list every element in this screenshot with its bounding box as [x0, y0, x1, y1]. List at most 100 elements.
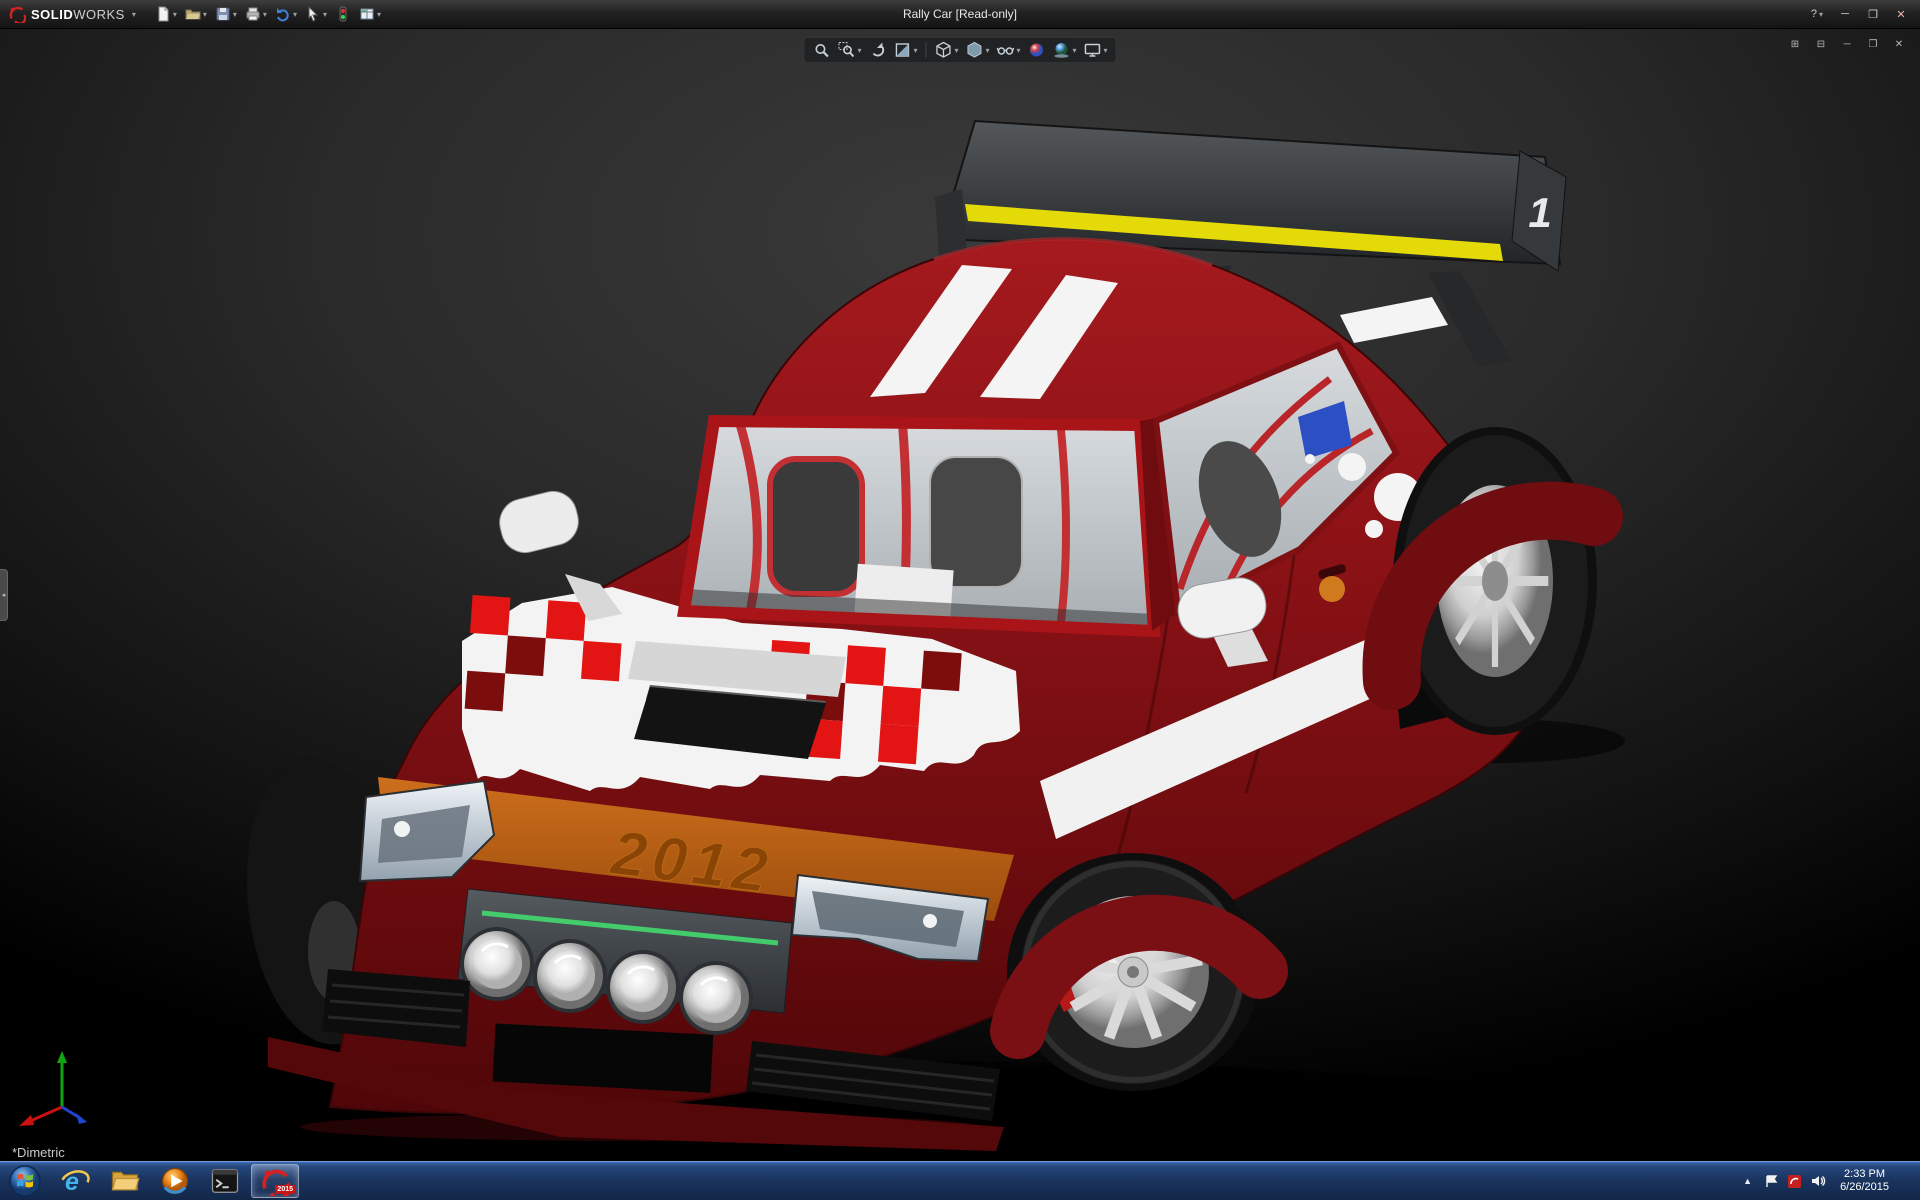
- edit-appearance-ball-icon: [1028, 41, 1046, 59]
- zoom-to-fit-button[interactable]: [810, 40, 832, 60]
- file-properties-icon: [359, 6, 375, 22]
- view-orientation-button[interactable]: ▾: [932, 40, 960, 60]
- taskbar-media-player[interactable]: [151, 1164, 199, 1198]
- windows-start-icon: [8, 1164, 42, 1198]
- restore-document-button[interactable]: ❐: [1862, 35, 1884, 53]
- view-orientation-cube-icon: [934, 41, 952, 59]
- windows-taskbar: e: [0, 1161, 1920, 1200]
- wing-number: 1: [1528, 189, 1551, 236]
- close-document-button[interactable]: ✕: [1888, 35, 1910, 53]
- front-right-wheel: [1007, 853, 1260, 1091]
- quick-access-toolbar: ▾ ▾ ▾ ▾: [152, 4, 384, 24]
- display-style-button[interactable]: ▾: [963, 40, 991, 60]
- help-button[interactable]: ?▾: [1804, 4, 1830, 24]
- caret-icon: ▾: [1017, 46, 1021, 55]
- windshield: [684, 417, 1154, 633]
- print-icon: [245, 6, 261, 22]
- rear-right-wheel: [1392, 427, 1597, 735]
- taskbar-clock[interactable]: 2:33 PM 6/26/2015: [1834, 1168, 1895, 1194]
- start-button[interactable]: [0, 1162, 50, 1200]
- minimize-document-button[interactable]: ─: [1836, 35, 1858, 53]
- graphics-area[interactable]: ▾ ▾ ▾: [0, 29, 1920, 1161]
- save-button[interactable]: ▾: [212, 4, 240, 24]
- menu-caret-icon: ▾: [132, 10, 136, 19]
- command-prompt-icon: [210, 1166, 240, 1196]
- select-button[interactable]: ▾: [302, 4, 330, 24]
- app-name: SOLIDWORKS: [31, 7, 125, 22]
- select-cursor-icon: [305, 6, 321, 22]
- view-settings-icon: [1084, 41, 1102, 59]
- media-player-icon: [160, 1166, 190, 1196]
- zoom-to-fit-icon: [812, 41, 830, 59]
- new-document-button[interactable]: ▾: [152, 4, 180, 24]
- caret-icon: ▾: [985, 46, 989, 55]
- titlebar: SOLIDWORKS ▾ ▾ ▾ ▾: [0, 0, 1920, 29]
- caret-icon: ▾: [1073, 46, 1077, 55]
- zoom-to-area-icon: [837, 41, 855, 59]
- zoom-to-area-button[interactable]: ▾: [835, 40, 863, 60]
- solidworks-version-badge: 2015: [275, 1185, 295, 1194]
- taskbar-command-prompt[interactable]: [201, 1164, 249, 1198]
- taskbar-solidworks[interactable]: 2015: [251, 1164, 299, 1198]
- minimize-button[interactable]: ─: [1832, 4, 1858, 24]
- folder-icon: [110, 1166, 140, 1196]
- print-button[interactable]: ▾: [242, 4, 270, 24]
- caret-icon: ▾: [377, 10, 381, 19]
- clock-time: 2:33 PM: [1840, 1168, 1889, 1181]
- rebuild-traffic-light-icon: [335, 6, 351, 22]
- rally-car-model[interactable]: 1: [0, 29, 1920, 1161]
- apply-scene-icon: [1053, 41, 1071, 59]
- undo-button[interactable]: ▾: [272, 4, 300, 24]
- caret-icon: ▾: [233, 10, 237, 19]
- solidworks-menu[interactable]: SOLIDWORKS ▾: [0, 5, 146, 23]
- titlebar-controls: ?▾ ─ ❐ ✕: [1804, 4, 1920, 24]
- headsup-view-toolbar: ▾ ▾ ▾: [803, 37, 1116, 63]
- caret-icon: ▾: [1104, 46, 1108, 55]
- display-style-icon: [965, 41, 983, 59]
- caret-icon: ▾: [1819, 10, 1823, 19]
- open-icon: [185, 6, 201, 22]
- close-button[interactable]: ✕: [1888, 4, 1914, 24]
- hidden-icons-button[interactable]: ▲: [1739, 1172, 1756, 1190]
- caret-icon: ▾: [857, 46, 861, 55]
- caret-icon: ▾: [263, 10, 267, 19]
- orientation-triad[interactable]: [16, 1045, 106, 1135]
- section-view-icon: [893, 41, 911, 59]
- restore-button[interactable]: ❐: [1860, 4, 1886, 24]
- taskbar-internet-explorer[interactable]: e: [51, 1164, 99, 1198]
- caret-icon: ▾: [913, 46, 917, 55]
- system-tray: ▲ 2:33 PM 6/26/2015: [1739, 1162, 1920, 1200]
- previous-view-icon: [868, 41, 886, 59]
- caret-icon: ▾: [203, 10, 207, 19]
- clock-date: 6/26/2015: [1840, 1181, 1889, 1194]
- view-settings-button[interactable]: ▾: [1082, 40, 1110, 60]
- expand-panes-button[interactable]: ⊞: [1784, 35, 1806, 53]
- view-orientation-label: *Dimetric: [12, 1145, 65, 1160]
- hide-show-items-button[interactable]: ▾: [995, 40, 1023, 60]
- volume-icon[interactable]: [1810, 1173, 1826, 1189]
- solidworks-tray-icon[interactable]: [1787, 1174, 1802, 1189]
- caret-icon: ▾: [173, 10, 177, 19]
- action-center-icon[interactable]: [1764, 1174, 1779, 1189]
- caret-icon: ▾: [293, 10, 297, 19]
- edit-appearance-button[interactable]: [1026, 40, 1048, 60]
- save-icon: [215, 6, 231, 22]
- collapse-panes-button[interactable]: ⊟: [1810, 35, 1832, 53]
- hide-show-glasses-icon: [997, 41, 1015, 59]
- open-button[interactable]: ▾: [182, 4, 210, 24]
- caret-icon: ▾: [323, 10, 327, 19]
- solidworks-logo-icon: [8, 5, 26, 23]
- panel-splitter-handle[interactable]: ◂: [0, 569, 8, 621]
- document-window-controls: ⊞ ⊟ ─ ❐ ✕: [1784, 35, 1910, 53]
- internet-explorer-icon: e: [60, 1166, 90, 1196]
- section-view-button[interactable]: ▾: [891, 40, 919, 60]
- previous-view-button[interactable]: [866, 40, 888, 60]
- toolbar-separator: [925, 42, 926, 58]
- undo-icon: [275, 6, 291, 22]
- solidworks-window: SOLIDWORKS ▾ ▾ ▾ ▾: [0, 0, 1920, 1200]
- rebuild-button[interactable]: [332, 4, 354, 24]
- apply-scene-button[interactable]: ▾: [1051, 40, 1079, 60]
- file-properties-button[interactable]: ▾: [356, 4, 384, 24]
- taskbar-windows-explorer[interactable]: [101, 1164, 149, 1198]
- caret-icon: ▾: [954, 46, 958, 55]
